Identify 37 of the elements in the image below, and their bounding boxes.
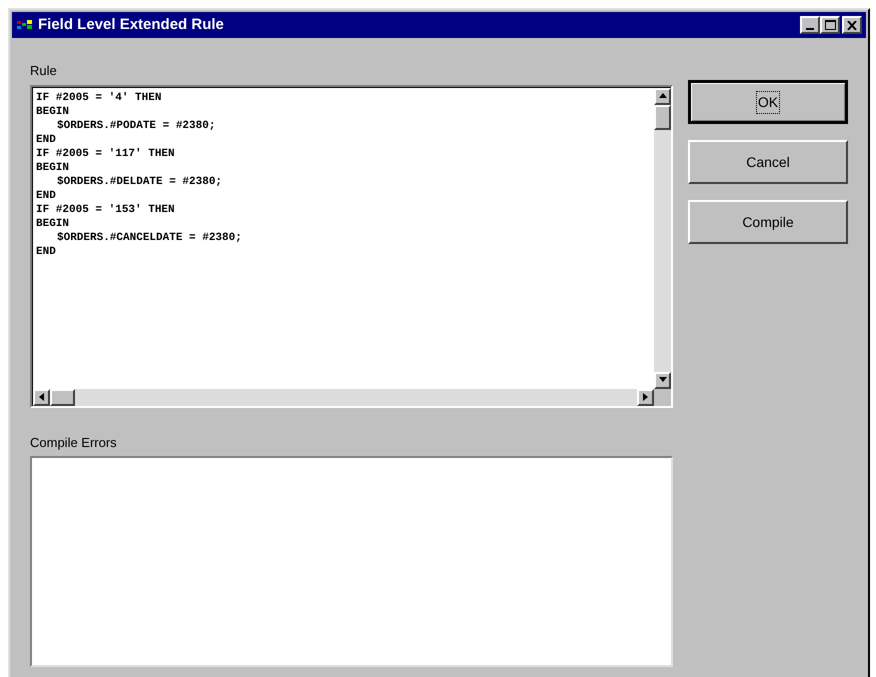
- window-title: Field Level Extended Rule: [38, 14, 225, 35]
- code-line: $ORDERS.#CANCELDATE = #2380;: [56, 230, 243, 244]
- rule-editor[interactable]: IF #2005 = '4' THEN BEGIN $ORDERS.#PODATE = #2380; END IF #2005 = '117' THEN BEGIN $ORDERS.#DELDATE = #2380; END IF #2005 = '153' THEN BEGIN $ORDERS.#CANCELDATE = #2380; END: [30, 84, 673, 408]
- dialog-button[interactable]: Cancel: [688, 140, 848, 184]
- code-line: IF #2005 = '117' THEN: [36, 146, 176, 160]
- dialog-button[interactable]: Compile: [688, 200, 848, 244]
- scroll-left-button[interactable]: [33, 388, 50, 406]
- arrow-icon: [658, 376, 666, 384]
- maximize-button[interactable]: [820, 16, 840, 34]
- code-line: END: [36, 244, 57, 258]
- code-line: $ORDERS.#PODATE = #2380;: [56, 118, 216, 132]
- code-line: IF #2005 = '153' THEN: [36, 202, 176, 216]
- scroll-down-button[interactable]: [654, 372, 671, 388]
- arrow-icon: [642, 393, 650, 401]
- dialog-button[interactable]: OK: [688, 80, 848, 124]
- code-line: $ORDERS.#DELDATE = #2380;: [56, 174, 224, 188]
- scrollbar-thumb[interactable]: [50, 388, 75, 406]
- arrow-icon: [38, 393, 46, 401]
- scrollbar-thumb[interactable]: [654, 104, 671, 130]
- code-line: END: [36, 188, 57, 202]
- scroll-up-button[interactable]: [654, 88, 671, 104]
- close-button[interactable]: [842, 16, 862, 34]
- code-line: END: [36, 132, 57, 146]
- code-line: IF #2005 = '4' THEN: [36, 90, 162, 104]
- maximize-icon: [824, 20, 836, 30]
- horizontal-scrollbar[interactable]: [32, 388, 654, 406]
- rule-label: Rule: [30, 62, 58, 80]
- code-line: BEGIN: [36, 160, 70, 174]
- code-line: BEGIN: [36, 216, 70, 230]
- minimize-icon: [806, 28, 814, 30]
- compile-errors-label: Compile Errors: [30, 434, 118, 452]
- vertical-scrollbar[interactable]: [654, 86, 671, 388]
- close-icon: [847, 20, 857, 30]
- arrow-icon: [658, 92, 666, 100]
- minimize-button[interactable]: [800, 16, 820, 34]
- scroll-right-button[interactable]: [637, 388, 654, 406]
- code-line: BEGIN: [36, 104, 70, 118]
